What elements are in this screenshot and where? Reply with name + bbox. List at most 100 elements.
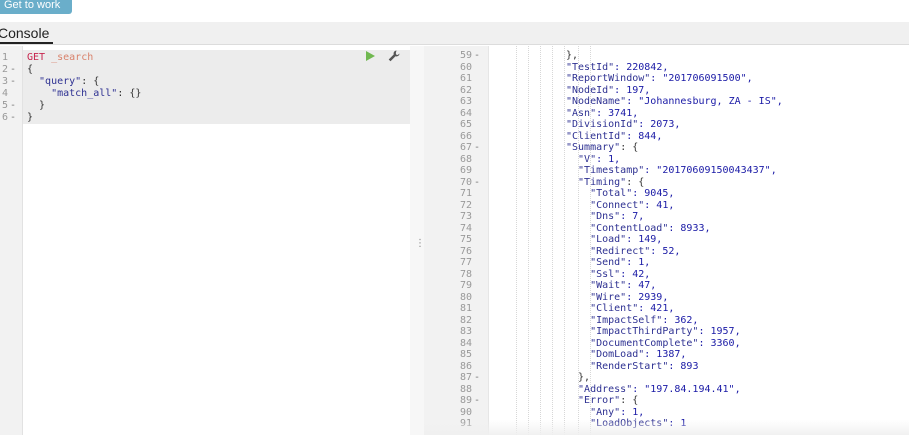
play-icon[interactable] <box>366 51 375 61</box>
response-line: "ReportWindow": "201706091500", <box>566 73 753 85</box>
response-line: "Address": "197.84.194.41", <box>578 384 741 396</box>
request-line: "match_all": {} <box>51 88 141 100</box>
json-key: "match_all" <box>51 88 118 99</box>
json-key: "Send" <box>590 257 627 268</box>
request-editor[interactable]: 1 GET _search 2-{3- "query": {4 "match_all":… <box>0 46 410 435</box>
json-key: "Summary" <box>566 142 621 153</box>
json-key: "DocumentComplete" <box>590 337 699 349</box>
response-line-number: 77 <box>459 257 472 268</box>
response-line: }, <box>578 372 590 384</box>
json-brace: } <box>27 112 34 123</box>
request-line: } <box>39 100 45 112</box>
fold-marker[interactable]: - <box>474 177 480 189</box>
request-line: "query": { <box>39 76 99 88</box>
json-value: : 8933, <box>668 222 711 234</box>
response-line: "Error": { <box>578 395 638 407</box>
json-key: "Ssl" <box>590 268 621 280</box>
fold-marker[interactable]: - <box>474 395 480 407</box>
fold-marker[interactable]: - <box>10 76 16 88</box>
json-value: : "201706091500", <box>650 73 753 84</box>
request-line-number: 3 <box>1 76 8 87</box>
json-key: "Timestamp" <box>578 165 645 176</box>
json-brace: { <box>27 64 34 75</box>
response-viewer[interactable]: 59-}, 60 "TestId": 220842, 61 "ReportWindow"… <box>424 46 909 435</box>
json-key: "Wait" <box>590 280 627 291</box>
fold-marker[interactable]: - <box>10 64 16 76</box>
response-line: "Send": 1, <box>590 257 650 269</box>
response-line: "Timing": { <box>578 177 644 189</box>
response-line-number: 81 <box>459 303 472 314</box>
fold-marker[interactable]: - <box>474 50 480 62</box>
response-line: "RenderStart": 893 <box>590 361 698 373</box>
response-line-number: 60 <box>459 61 472 73</box>
json-value: : 149, <box>626 234 663 245</box>
request-line-number: 6 <box>1 112 8 123</box>
response-line-number: 59 <box>459 50 472 61</box>
json-brace: } <box>39 100 46 111</box>
json-key: "Client" <box>590 303 639 314</box>
fold-marker[interactable]: - <box>10 100 16 112</box>
json-value: : 1, <box>620 406 645 418</box>
top-bar: Get to work <box>0 0 909 22</box>
response-line: "Ssl": 42, <box>590 269 650 281</box>
wrench-icon[interactable] <box>387 49 401 63</box>
response-line-number: 75 <box>459 234 472 245</box>
response-line: "NodeName": "Johannesburg, ZA - IS", <box>566 96 783 108</box>
json-value: : 41, <box>644 199 675 211</box>
json-key: "Error" <box>578 395 621 406</box>
json-key: "DivisionId" <box>566 119 639 130</box>
response-line: "Total": 9045, <box>590 188 674 200</box>
json-value: : { <box>620 395 639 406</box>
indent-guide <box>528 46 529 435</box>
request-line-number: 2 <box>1 64 8 75</box>
fold-marker[interactable]: - <box>474 142 480 154</box>
json-value: : {} <box>117 88 142 99</box>
indent-guide <box>516 46 517 435</box>
json-value: : 1, <box>626 257 651 268</box>
json-key: "NodeId" <box>566 84 615 96</box>
response-line-number: 88 <box>459 383 472 395</box>
response-line: }, <box>566 50 578 62</box>
request-line-number: 4 <box>1 88 8 99</box>
response-line-number: 87 <box>459 372 472 383</box>
json-key: "ImpactSelf" <box>590 314 663 326</box>
request-line: GET _search <box>27 52 93 64</box>
fold-marker[interactable]: - <box>10 112 16 124</box>
json-key: "TestId" <box>566 61 615 73</box>
response-line: "Wire": 2939, <box>590 292 668 304</box>
response-line-number: 89 <box>459 395 472 406</box>
response-line-number: 67 <box>459 142 472 153</box>
response-line-number: 72 <box>459 199 472 211</box>
response-line: "Load": 149, <box>590 234 662 246</box>
response-line: "Redirect": 52, <box>590 246 680 258</box>
json-value: : 893 <box>668 360 699 372</box>
json-key: "Any" <box>590 406 621 418</box>
fold-marker[interactable]: - <box>474 372 480 384</box>
response-line-number: 82 <box>459 314 472 326</box>
response-line-number: 68 <box>459 153 472 165</box>
response-line: "ImpactThirdParty": 1957, <box>590 326 741 338</box>
response-line: "DocumentComplete": 3360, <box>590 338 741 350</box>
response-line-number: 62 <box>459 84 472 96</box>
response-line-number: 86 <box>459 360 472 372</box>
json-key: "query" <box>39 76 82 87</box>
response-line: "ContentLoad": 8933, <box>590 223 710 235</box>
response-line: "Connect": 41, <box>590 200 674 212</box>
json-key: "V" <box>578 153 597 165</box>
response-line-number: 80 <box>459 291 472 303</box>
response-line-number: 65 <box>459 119 472 130</box>
response-line: "Summary": { <box>566 142 638 154</box>
response-line-number: 73 <box>459 211 472 222</box>
json-key: "Dns" <box>590 211 621 222</box>
response-line-number: 61 <box>459 73 472 84</box>
indent-guide <box>552 46 553 435</box>
response-line: "Client": 421, <box>590 303 674 315</box>
json-brace: }, <box>566 50 579 61</box>
response-line-number: 63 <box>459 96 472 107</box>
json-key: "Address" <box>578 383 633 395</box>
json-value: : 362, <box>662 314 699 326</box>
tab-console[interactable]: Console <box>0 22 54 44</box>
get-to-work-button[interactable]: Get to work <box>0 0 73 14</box>
pane-splitter[interactable]: ⋮ <box>410 46 425 435</box>
request-line-number: 5 <box>1 100 8 111</box>
